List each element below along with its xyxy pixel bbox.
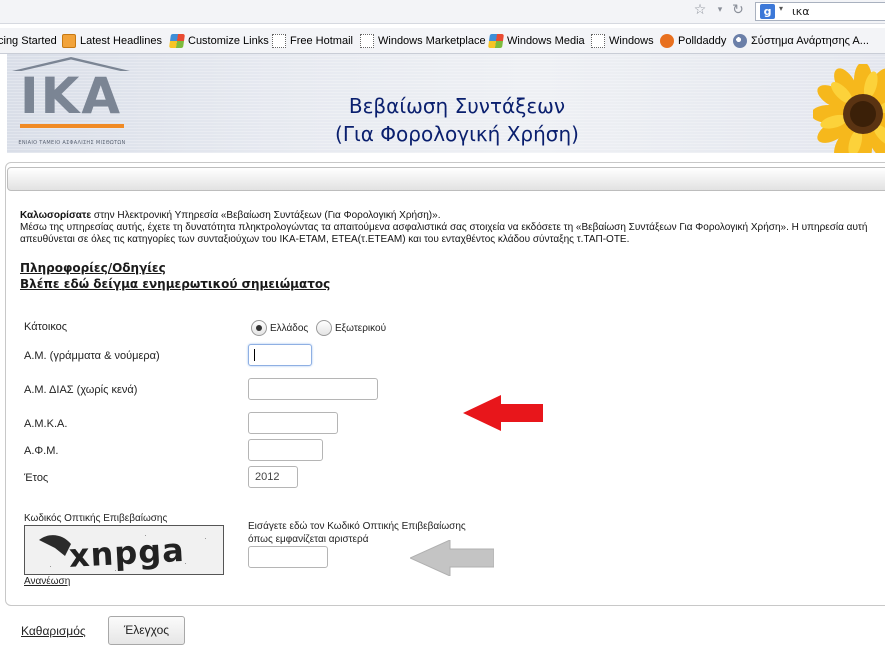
radio-greece-label: Ελλάδος xyxy=(270,323,309,334)
radio-abroad[interactable] xyxy=(316,320,332,336)
sunflower-image xyxy=(813,64,885,153)
welcome-rest: στην Ηλεκτρονική Υπηρεσία «Βεβαίωση Συντ… xyxy=(91,210,441,221)
bookmarks-toolbar: cing Started Latest Headlines Customize … xyxy=(0,28,885,54)
dias-input[interactable] xyxy=(248,378,378,400)
captcha-image: xnpga xyxy=(24,525,224,575)
search-engine-dropdown-icon[interactable]: ▾ xyxy=(779,4,783,13)
afm-input[interactable] xyxy=(248,439,323,461)
bookmark-getting-started[interactable]: cing Started xyxy=(0,33,57,49)
captcha-text: xnpga xyxy=(68,531,186,575)
bookmark-label: Polldaddy xyxy=(678,35,727,47)
radio-greece[interactable] xyxy=(251,320,267,336)
logo-orange-bar xyxy=(20,124,124,128)
bookmark-label: Windows Media xyxy=(507,35,585,47)
captcha-graphic: xnpga xyxy=(25,526,223,575)
radio-abroad-label: Εξωτερικού xyxy=(335,323,387,334)
ika-logo[interactable]: ΙΚΑ ΕΝΙΑΙΟ ΤΑΜΕΙΟ ΑΣΦΑΛΙΣΗΣ ΜΙΣΘΩΤΩΝ xyxy=(12,57,130,150)
dropdown-arrow-icon[interactable]: ▾ xyxy=(712,2,728,18)
bookmark-free-hotmail[interactable]: Free Hotmail xyxy=(272,33,353,49)
sample-link[interactable]: Βλέπε εδώ δείγμα ενημερωτικού σημειώματο… xyxy=(20,277,330,291)
info-link[interactable]: Πληροφορίες/Οδηγίες xyxy=(20,261,166,275)
captcha-input[interactable] xyxy=(248,546,328,568)
bookmark-label: cing Started xyxy=(0,35,57,47)
year-input[interactable]: 2012 xyxy=(248,466,298,488)
polldaddy-icon xyxy=(660,34,674,48)
intro-description: Μέσω της υπηρεσίας αυτής, έχετε τη δυνατ… xyxy=(20,222,868,245)
text-caret xyxy=(254,349,255,361)
bookmark-customize-links[interactable]: Customize Links xyxy=(169,33,269,49)
bookmark-label: Free Hotmail xyxy=(290,35,353,47)
check-button[interactable]: Έλεγχος xyxy=(108,616,185,645)
page-icon xyxy=(591,34,605,48)
bookmark-label: Customize Links xyxy=(188,35,269,47)
dias-label: Α.Μ. ΔΙΑΣ (χωρίς κενά) xyxy=(24,384,138,396)
page-title: Βεβαίωση Συντάξεων (Για Φορολογική Χρήση… xyxy=(287,92,627,148)
residence-label: Κάτοικος xyxy=(24,321,68,333)
rss-icon xyxy=(62,34,76,48)
browser-address-bar: ☆ ▾ ↻ g ▾ ικα xyxy=(0,0,885,24)
section-header-bar xyxy=(7,167,885,191)
bookmark-label: Windows Marketplace xyxy=(378,35,486,47)
bookmark-label: Windows xyxy=(609,35,654,47)
globe-icon xyxy=(733,34,747,48)
logo-text: ΙΚΑ xyxy=(19,67,123,125)
amka-input[interactable] xyxy=(248,412,338,434)
am-input[interactable] xyxy=(248,344,312,366)
welcome-bold: Καλωσορίσατε xyxy=(20,210,92,221)
page-title-line2: (Για Φορολογική Χρήση) xyxy=(335,122,579,146)
page-icon xyxy=(272,34,286,48)
bookmark-label: Σύστημα Ανάρτησης Α... xyxy=(751,35,869,47)
afm-label: Α.Φ.Μ. xyxy=(24,445,59,457)
captcha-label: Κωδικός Οπτικής Επιβεβαίωσης xyxy=(24,513,168,524)
clear-link[interactable]: Καθαρισμός xyxy=(21,624,86,638)
page-icon xyxy=(360,34,374,48)
bookmark-windows-marketplace[interactable]: Windows Marketplace xyxy=(360,33,486,49)
grey-arrow-annotation xyxy=(410,540,494,576)
logo-caption: ΕΝΙΑΙΟ ΤΑΜΕΙΟ ΑΣΦΑΛΙΣΗΣ ΜΙΣΘΩΤΩΝ xyxy=(18,140,126,146)
windows-icon xyxy=(169,34,185,48)
bookmark-windows[interactable]: Windows xyxy=(591,33,654,49)
am-label: Α.Μ. (γράμματα & νούμερα) xyxy=(24,350,160,362)
bookmark-label: Latest Headlines xyxy=(80,35,162,47)
search-value: ικα xyxy=(792,5,810,18)
star-icon[interactable]: ☆ xyxy=(692,2,708,18)
captcha-instruction-line1: Εισάγετε εδώ τον Κωδικό Οπτικής Επιβεβαί… xyxy=(248,521,466,532)
header-banner: ΙΚΑ ΕΝΙΑΙΟ ΤΑΜΕΙΟ ΑΣΦΑΛΙΣΗΣ ΜΙΣΘΩΤΩΝ Βεβ… xyxy=(7,54,885,153)
year-label: Έτος xyxy=(24,472,49,484)
google-icon[interactable]: g xyxy=(760,4,775,19)
search-input[interactable]: g ▾ ικα xyxy=(755,2,885,21)
windows-icon xyxy=(488,34,504,48)
reload-icon[interactable]: ↻ xyxy=(730,2,746,18)
bookmark-windows-media[interactable]: Windows Media xyxy=(488,33,585,49)
page-title-line1: Βεβαίωση Συντάξεων xyxy=(348,94,566,118)
intro-text: Καλωσορίσατε στην Ηλεκτρονική Υπηρεσία «… xyxy=(20,210,880,246)
amka-label: Α.Μ.Κ.Α. xyxy=(24,418,68,430)
captcha-refresh-link[interactable]: Ανανέωση xyxy=(24,576,70,587)
bookmark-polldaddy[interactable]: Polldaddy xyxy=(660,33,726,49)
year-input-value: 2012 xyxy=(255,471,280,483)
red-arrow-annotation xyxy=(463,395,543,431)
bookmark-systima-anartisis[interactable]: Σύστημα Ανάρτησης Α... xyxy=(733,33,869,49)
bookmark-latest-headlines[interactable]: Latest Headlines xyxy=(62,33,162,49)
